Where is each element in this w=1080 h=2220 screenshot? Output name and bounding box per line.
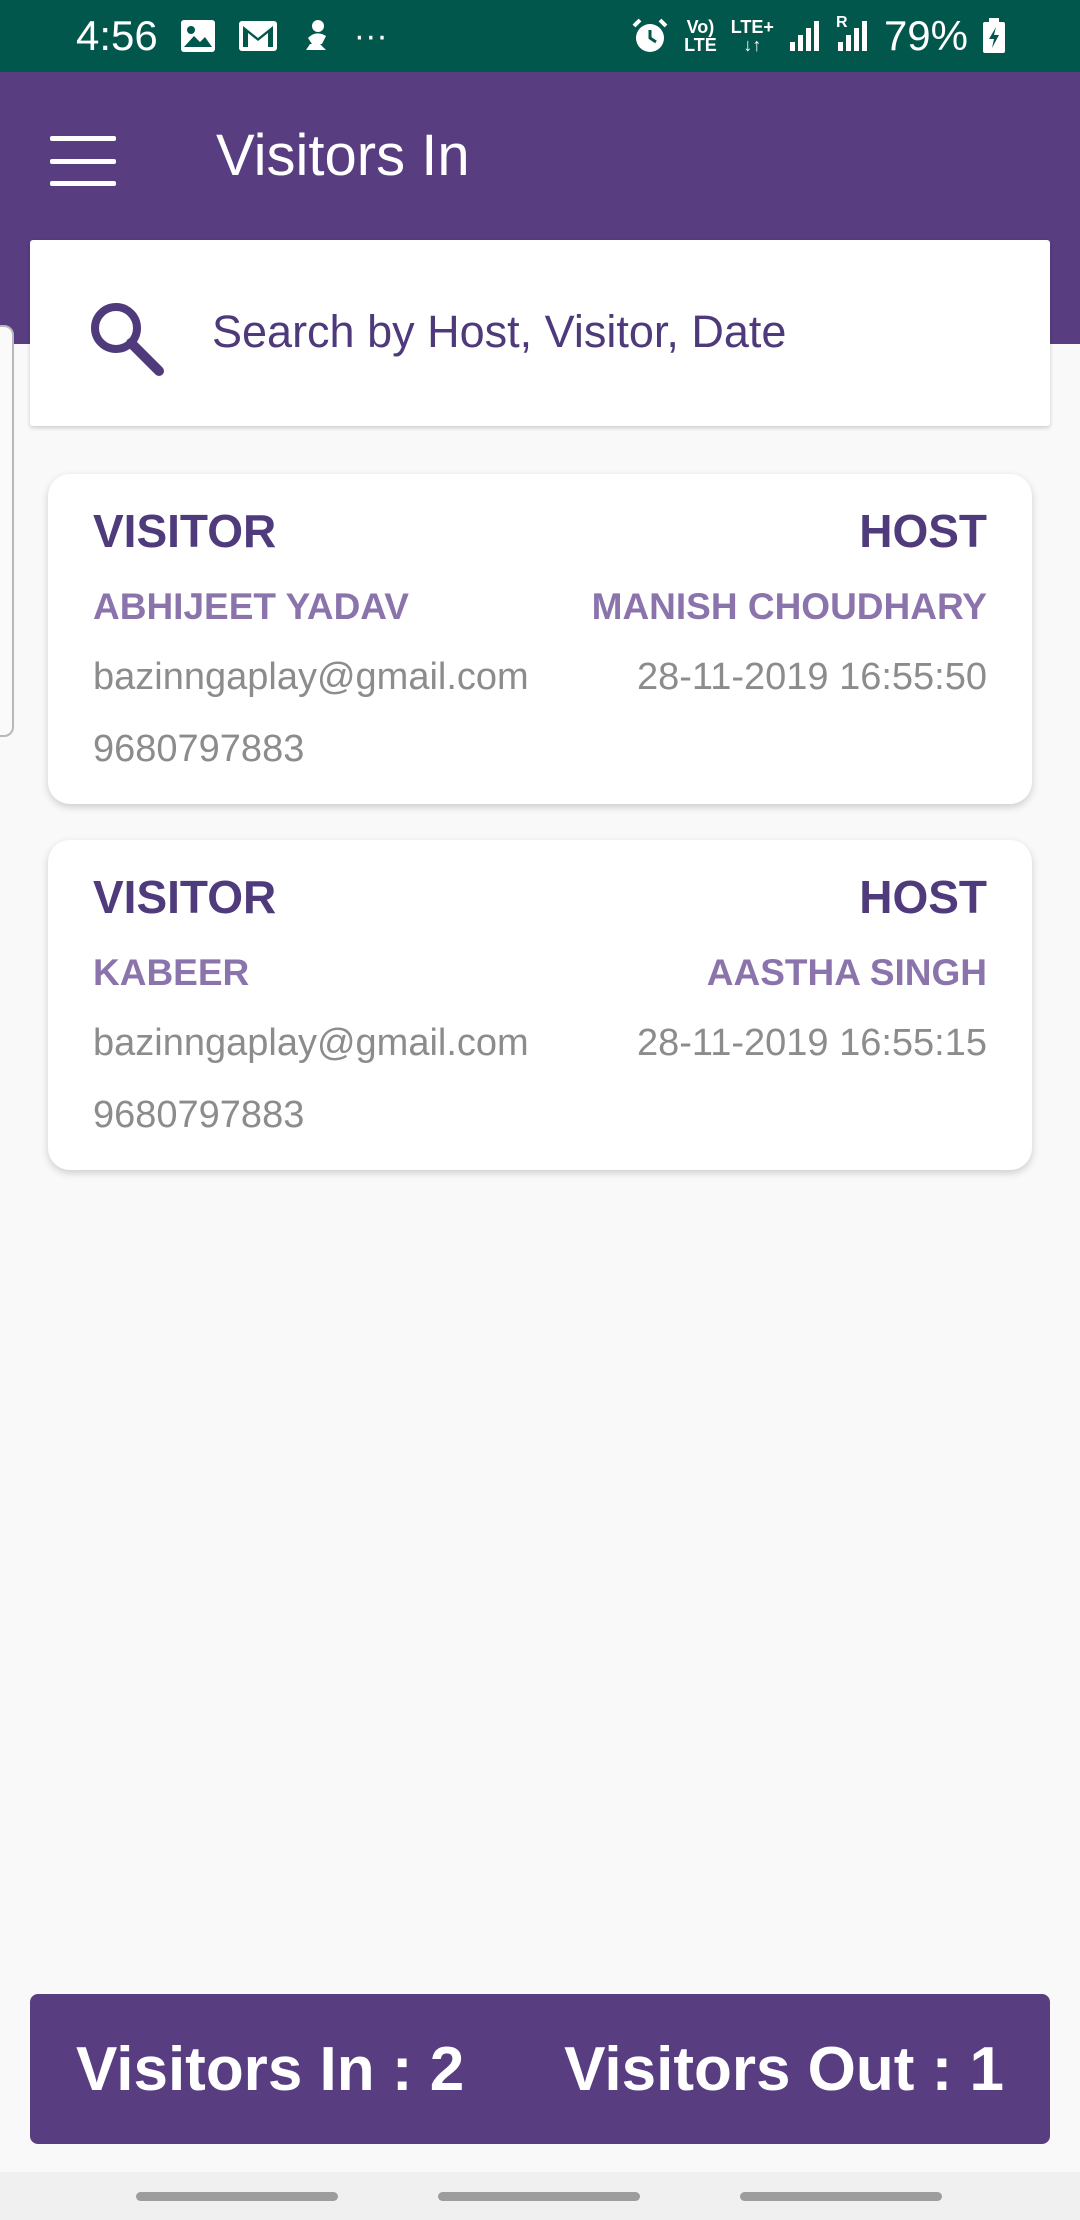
volte-icon: Vo) LTE bbox=[684, 17, 717, 55]
visitor-email: bazinngaplay@gmail.com bbox=[93, 1022, 529, 1064]
roaming-signal-icon: R bbox=[836, 14, 870, 52]
visitor-label: VISITOR bbox=[93, 871, 277, 923]
battery-charging-icon bbox=[982, 18, 1006, 54]
search-input[interactable] bbox=[212, 290, 1012, 374]
battery-percent: 79% bbox=[883, 12, 968, 59]
search-icon[interactable] bbox=[86, 298, 166, 378]
gmail-icon bbox=[238, 20, 278, 52]
signal-icon bbox=[788, 20, 822, 52]
search-bar[interactable] bbox=[30, 240, 1050, 426]
host-label: HOST bbox=[859, 505, 987, 557]
page-title: Visitors In bbox=[216, 123, 470, 188]
visitor-card[interactable]: VISITOR HOST KABEER AASTHA SINGH bazinng… bbox=[48, 840, 1032, 1170]
visitors-out-count: Visitors Out : 1 bbox=[564, 2034, 1004, 2104]
status-bar-right: Vo) LTE LTE+ ↓↑ R 79% bbox=[630, 12, 1006, 60]
status-time: 4:56 bbox=[76, 12, 158, 59]
visit-datetime: 28-11-2019 16:55:15 bbox=[636, 1022, 987, 1064]
nav-back-button[interactable] bbox=[740, 2192, 942, 2201]
status-bar-left: 4:56 ··· bbox=[76, 12, 388, 60]
host-name: AASTHA SINGH bbox=[706, 952, 987, 993]
image-icon bbox=[180, 19, 216, 53]
visitor-name: ABHIJEET YADAV bbox=[93, 586, 409, 627]
app-notification-icon bbox=[300, 18, 332, 54]
visitor-phone: 9680797883 bbox=[93, 728, 305, 770]
visitor-summary-bar: Visitors In : 2 Visitors Out : 1 bbox=[30, 1994, 1050, 2144]
visitor-phone: 9680797883 bbox=[93, 1094, 305, 1136]
alarm-icon bbox=[630, 16, 670, 56]
nav-home-button[interactable] bbox=[438, 2192, 640, 2201]
nav-recents-button[interactable] bbox=[136, 2192, 338, 2201]
host-name: MANISH CHOUDHARY bbox=[591, 586, 987, 627]
visitor-email: bazinngaplay@gmail.com bbox=[93, 656, 529, 698]
host-label: HOST bbox=[859, 871, 987, 923]
visitor-label: VISITOR bbox=[93, 505, 277, 557]
visitor-name: KABEER bbox=[93, 952, 250, 993]
visitors-in-count: Visitors In : 2 bbox=[76, 2034, 465, 2104]
hamburger-menu-icon[interactable] bbox=[50, 136, 116, 186]
visitor-card[interactable]: VISITOR HOST ABHIJEET YADAV MANISH CHOUD… bbox=[48, 474, 1032, 804]
status-bar: 4:56 ··· Vo) LTE LTE+ ↓↑ R 79% bbox=[0, 0, 1080, 72]
more-dots-icon: ··· bbox=[353, 16, 388, 55]
visit-datetime: 28-11-2019 16:55:50 bbox=[636, 656, 987, 698]
lte-plus-icon: LTE+ ↓↑ bbox=[730, 17, 774, 55]
system-navigation-bar bbox=[0, 2172, 1080, 2220]
edge-panel-handle[interactable] bbox=[0, 325, 14, 737]
